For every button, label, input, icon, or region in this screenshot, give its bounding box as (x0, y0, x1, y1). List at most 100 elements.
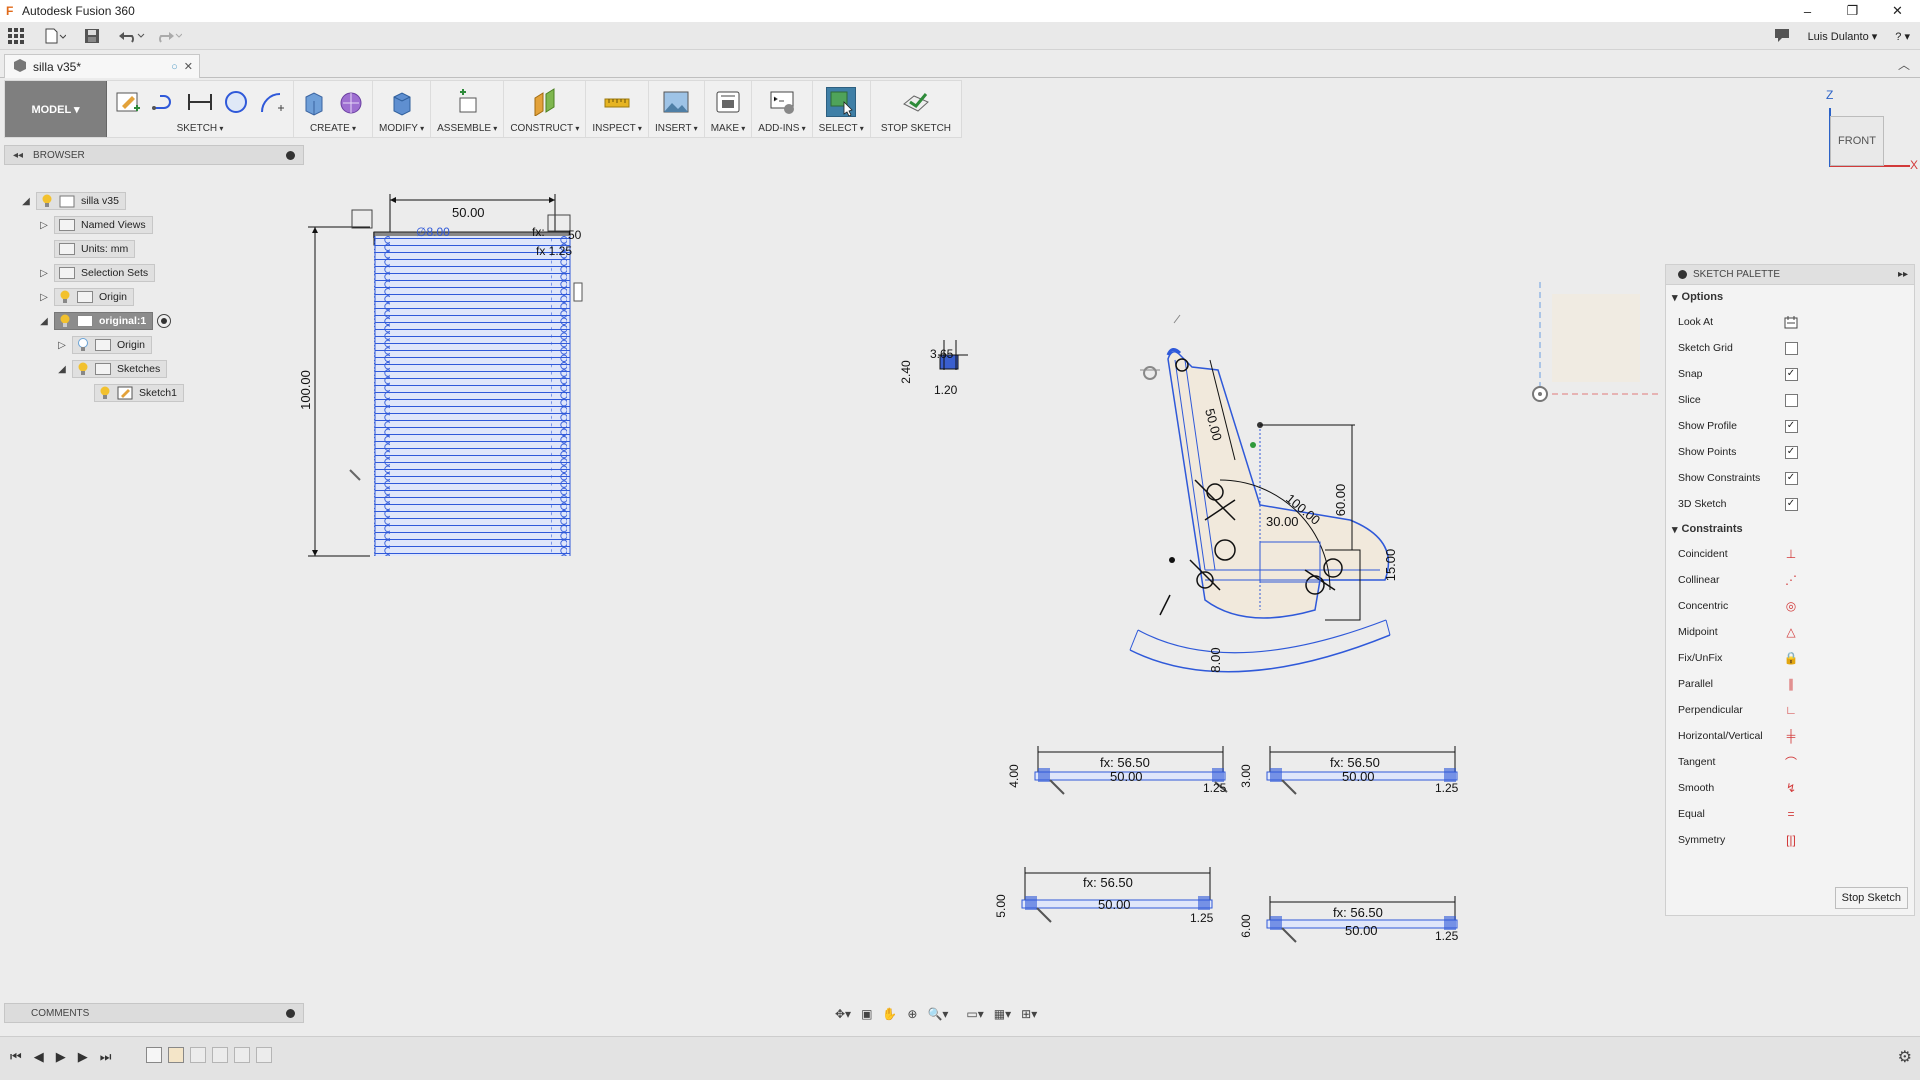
sketch-dimension-icon[interactable] (185, 87, 215, 117)
viewcube-front-face[interactable]: FRONT (1830, 116, 1884, 166)
dim-bar1-h[interactable]: 4.00 (1007, 764, 1021, 788)
symmetry-icon[interactable]: [|] (1784, 833, 1798, 847)
file-menu-icon[interactable] (44, 24, 66, 48)
expand-triangle-icon[interactable]: ◢ (20, 196, 32, 207)
dim-small-a[interactable]: 2.40 (899, 360, 913, 384)
constraint-row[interactable]: Collinear ⋰ (1666, 567, 1914, 593)
close-window-button[interactable]: ✕ (1875, 0, 1920, 22)
zoom-icon[interactable]: ⊕ (904, 1004, 920, 1024)
expand-triangle-icon[interactable]: ▷ (38, 268, 50, 279)
look-at-icon[interactable] (1784, 315, 1798, 329)
go-to-end-icon[interactable]: ⏭ (100, 1049, 112, 1065)
close-tab-button[interactable]: ✕ (184, 60, 193, 73)
constraint-row[interactable]: Concentric ◎ (1666, 593, 1914, 619)
orbit-icon[interactable]: ✥▾ (832, 1004, 854, 1024)
extrude-icon[interactable] (300, 87, 330, 117)
workspace-switcher[interactable]: MODEL ▾ (5, 81, 107, 137)
timeline-settings-gear-icon[interactable]: ⚙ (1898, 1047, 1912, 1067)
stop-sketch-group[interactable]: STOP SKETCH (871, 81, 961, 137)
dim-chair-30[interactable]: 30.00 (1266, 514, 1299, 529)
constraint-row[interactable]: Horizontal/Vertical ╪ (1666, 723, 1914, 749)
dim-chair-15[interactable]: 15.00 (1383, 549, 1398, 582)
circle-icon[interactable] (221, 87, 251, 117)
look-at-nav-icon[interactable]: ▣ (858, 1004, 875, 1024)
timeline-feature-icon[interactable] (190, 1047, 206, 1063)
dim-bar2-r[interactable]: 1.25 (1435, 781, 1459, 795)
options-section-header[interactable]: ▾ Options (1666, 285, 1914, 309)
constraint-row[interactable]: Symmetry [|] (1666, 827, 1914, 853)
select-icon[interactable] (826, 87, 857, 117)
dim-bar2-len[interactable]: 50.00 (1342, 769, 1375, 784)
expand-triangle-icon[interactable]: ◢ (56, 364, 68, 375)
3d-print-icon[interactable] (713, 87, 743, 117)
dim-bar4-len[interactable]: 50.00 (1345, 923, 1378, 938)
coincident-icon[interactable]: ⊥ (1784, 547, 1798, 561)
stop-sketch-label[interactable]: STOP SKETCH (881, 123, 951, 134)
press-pull-icon[interactable] (387, 87, 417, 117)
equal-icon[interactable]: = (1784, 807, 1798, 821)
dim-bar4-r[interactable]: 1.25 (1435, 929, 1459, 943)
dim-tall-height[interactable]: 100.00 (300, 370, 313, 410)
undo-icon[interactable] (118, 24, 146, 48)
constraint-row[interactable]: Equal = (1666, 801, 1914, 827)
tree-node-sketch1[interactable]: Sketch1 (94, 384, 184, 402)
dim-bar3-len[interactable]: 50.00 (1098, 897, 1131, 912)
create-sketch-icon[interactable] (113, 87, 143, 117)
option-checkbox[interactable]: ✓ (1784, 471, 1798, 485)
activate-radio-icon[interactable] (157, 314, 172, 328)
palette-option-row[interactable]: Slice (1666, 387, 1914, 413)
construct-group[interactable]: CONSTRUCT (504, 81, 587, 137)
dim-bar1-len[interactable]: 50.00 (1110, 769, 1143, 784)
create-group[interactable]: CREATE (294, 81, 373, 137)
display-settings-icon[interactable]: ▭▾ (963, 1004, 986, 1024)
make-group[interactable]: MAKE (705, 81, 753, 137)
option-checkbox[interactable]: ✓ (1784, 497, 1798, 511)
dim-bar1-r[interactable]: 1.25 (1203, 781, 1227, 795)
palette-option-row[interactable]: Sketch Grid (1666, 335, 1914, 361)
viewcube[interactable]: Z X FRONT (1820, 88, 1920, 178)
dim-tall-fx[interactable]: fx: (532, 225, 545, 239)
tangent-icon[interactable]: ⌒ (1784, 755, 1798, 770)
palette-option-row[interactable]: 3D Sketch ✓ (1666, 491, 1914, 517)
save-icon[interactable] (84, 24, 100, 48)
tree-node-original[interactable]: ◢ original:1 (38, 312, 172, 330)
sketch-menu[interactable]: SKETCH (177, 123, 224, 134)
visibility-bulb-icon[interactable] (59, 290, 71, 304)
make-menu[interactable]: MAKE (711, 123, 746, 134)
timeline-component-icon[interactable] (146, 1047, 162, 1063)
dim-tall-width[interactable]: 50.00 (452, 205, 485, 220)
measure-icon[interactable] (602, 87, 632, 117)
document-tab[interactable]: silla v35* ○ ✕ (4, 54, 200, 78)
visibility-bulb-icon[interactable] (41, 194, 53, 208)
palette-option-row[interactable]: Snap ✓ (1666, 361, 1914, 387)
option-checkbox[interactable]: ✓ (1784, 445, 1798, 459)
parallel-icon[interactable]: ∥ (1784, 677, 1798, 691)
slat-stack-sketch[interactable] (308, 194, 571, 557)
dim-bar2-h[interactable]: 3.00 (1239, 764, 1253, 788)
expand-triangle-icon[interactable]: ▷ (56, 340, 68, 351)
pan-icon[interactable]: ✋ (879, 1004, 900, 1024)
timeline-feature-icon[interactable] (212, 1047, 228, 1063)
browser-header[interactable]: ◂◂ BROWSER (4, 145, 304, 165)
expand-triangle-icon[interactable]: ▷ (38, 292, 50, 303)
option-checkbox[interactable] (1784, 393, 1798, 407)
assemble-menu[interactable]: ASSEMBLE (437, 123, 497, 134)
offset-plane-icon[interactable] (530, 87, 560, 117)
line-icon[interactable] (149, 87, 179, 117)
constraint-row[interactable]: Midpoint △ (1666, 619, 1914, 645)
collinear-icon[interactable]: ⋰ (1784, 573, 1798, 587)
chair-profile-sketch[interactable] (1129, 314, 1391, 673)
inspect-menu[interactable]: INSPECT (592, 123, 642, 134)
sketch-palette-header[interactable]: SKETCH PALETTE ▸▸ (1666, 265, 1914, 285)
visibility-bulb-icon[interactable] (77, 362, 89, 376)
smooth-icon[interactable]: ↯ (1784, 781, 1798, 795)
modify-group[interactable]: MODIFY (373, 81, 432, 137)
constraint-row[interactable]: Perpendicular ∟ (1666, 697, 1914, 723)
construct-menu[interactable]: CONSTRUCT (510, 123, 579, 134)
tree-node-origin[interactable]: ▷ Origin (38, 288, 135, 306)
palette-option-row[interactable]: Show Constraints ✓ (1666, 465, 1914, 491)
collapse-triangle-icon[interactable]: ▾ (1672, 291, 1678, 304)
dim-bar3-h[interactable]: 5.00 (994, 894, 1008, 918)
tree-node-units[interactable]: Units: mm (54, 240, 136, 258)
constraint-row[interactable]: Parallel ∥ (1666, 671, 1914, 697)
